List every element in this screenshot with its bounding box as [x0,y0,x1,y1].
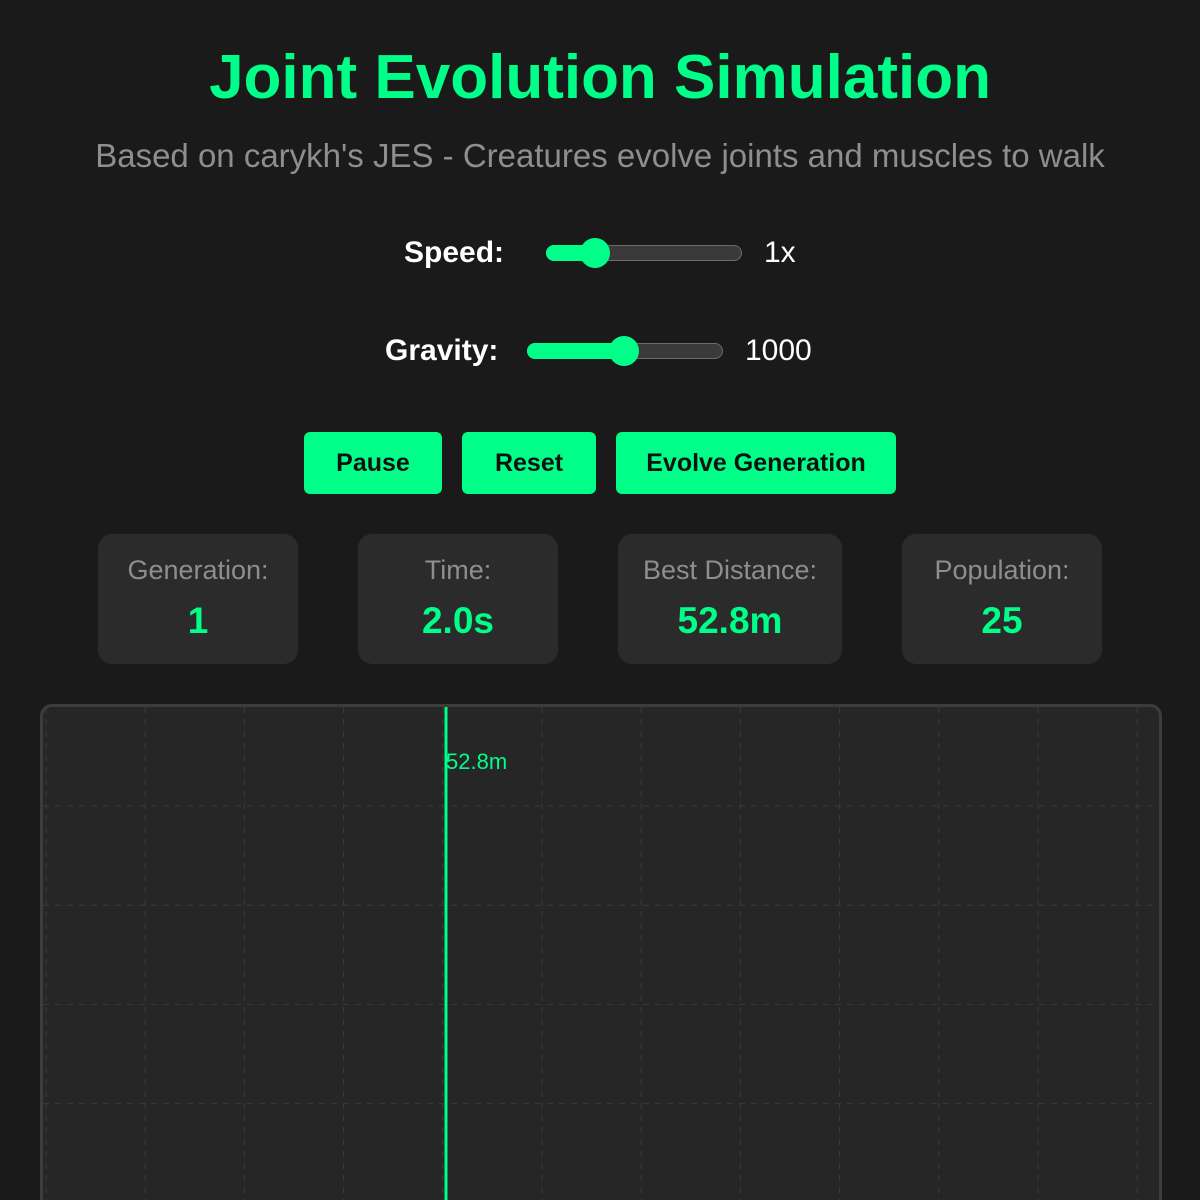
speed-control: Speed: 1x [404,236,796,270]
stat-generation: Generation: 1 [98,534,298,664]
simulation-canvas[interactable]: 52.8m [40,704,1162,1200]
simulation-grid: 52.8m [43,707,1159,1200]
app: Joint Evolution Simulation Based on cary… [0,0,1200,1200]
gravity-label: Gravity: [385,334,499,367]
evolve-generation-button[interactable]: Evolve Generation [616,432,896,494]
action-buttons: Pause Reset Evolve Generation [0,432,1200,494]
stat-best-distance: Best Distance: 52.8m [618,534,842,664]
stat-generation-label: Generation: [127,555,269,585]
stat-time-label: Time: [424,555,492,585]
speed-slider-thumb[interactable] [580,238,610,268]
stat-time: Time: 2.0s [358,534,558,664]
speed-slider[interactable] [546,238,742,268]
stat-population-value: 25 [981,600,1023,641]
stat-generation-value: 1 [187,600,209,641]
page-subtitle: Based on carykh's JES - Creatures evolve… [95,137,1105,174]
stat-time-value: 2.0s [421,600,494,641]
stat-population-label: Population: [934,555,1070,585]
speed-value: 1x [764,236,796,269]
stat-best-distance-label: Best Distance: [642,555,818,585]
gravity-slider[interactable] [527,336,723,366]
reset-button[interactable]: Reset [462,432,596,494]
stat-population: Population: 25 [902,534,1102,664]
best-distance-marker-label: 52.8m [446,749,507,774]
pause-button[interactable]: Pause [304,432,442,494]
page-title: Joint Evolution Simulation [209,43,991,112]
gravity-control: Gravity: 1000 [385,334,812,368]
speed-label: Speed: [404,236,505,269]
gravity-slider-thumb[interactable] [609,336,639,366]
stat-best-distance-value: 52.8m [677,600,783,641]
gravity-value: 1000 [745,334,812,367]
